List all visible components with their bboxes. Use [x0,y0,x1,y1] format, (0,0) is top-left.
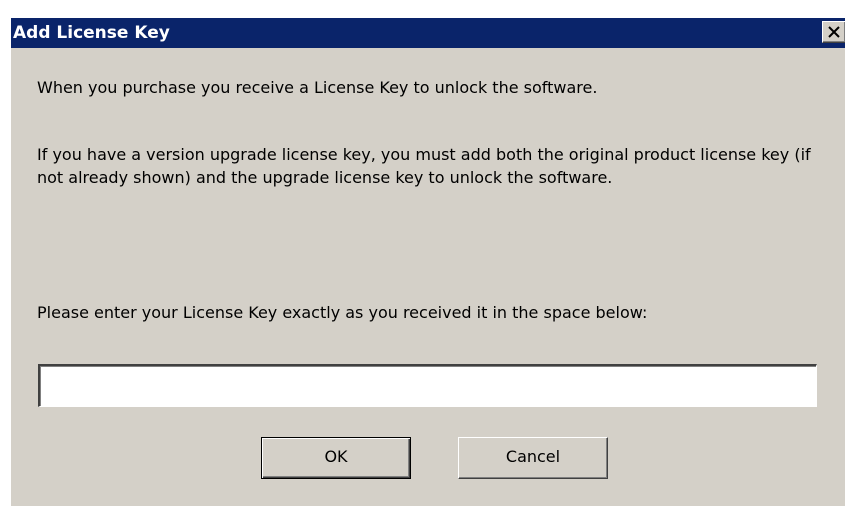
title-bar[interactable]: Add License Key [11,18,845,48]
cancel-button[interactable]: Cancel [458,437,608,479]
add-license-key-dialog: Add License Key When you purchase you re… [10,18,845,506]
license-key-input[interactable] [38,364,817,407]
upgrade-info-text: If you have a version upgrade license ke… [37,145,811,187]
enter-key-prompt: Please enter your License Key exactly as… [37,303,648,322]
close-icon [828,26,840,38]
close-button[interactable] [822,21,845,43]
purchase-info-text: When you purchase you receive a License … [37,78,598,97]
dialog-title: Add License Key [13,23,170,43]
ok-button[interactable]: OK [261,437,411,479]
